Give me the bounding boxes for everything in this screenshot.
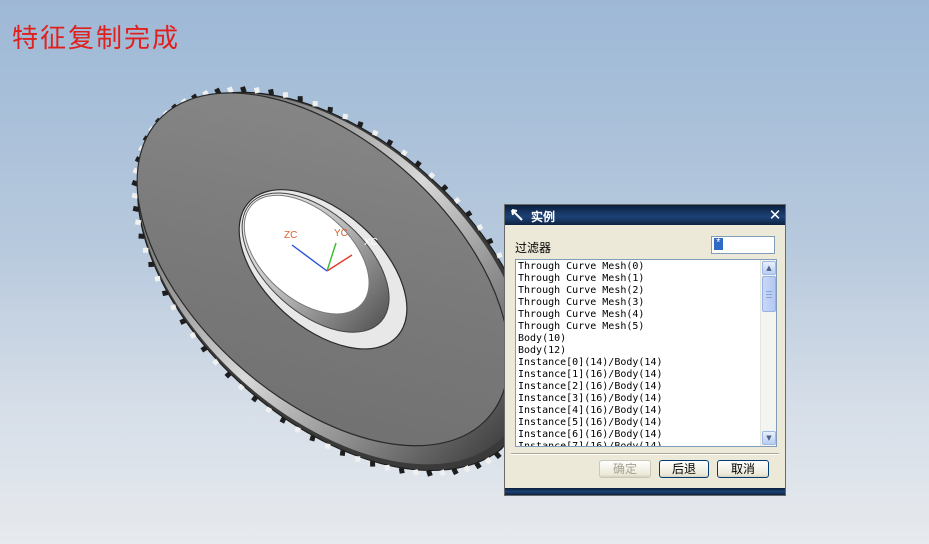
gear-tooth [486,237,494,245]
gear-tooth [493,451,502,460]
gear-tooth [131,192,139,200]
instance-list: Through Curve Mesh(0) Through Curve Mesh(… [518,261,758,446]
gear-tooth [134,219,142,226]
scroll-up-icon[interactable]: ▲ [762,261,776,275]
gear-tooth [496,252,503,259]
gear-tooth [465,210,473,218]
gear-tooth [253,86,261,94]
filter-input-value: * [714,238,723,250]
dialog-bottom-bar [505,488,785,495]
filter-input[interactable]: * [711,236,775,254]
gear-tooth [453,196,461,205]
gear-tooth [412,469,419,476]
gear-tooth [297,96,303,102]
list-item[interactable]: Instance[7](16)/Body(14) [518,441,758,446]
scroll-thumb[interactable] [762,276,776,312]
list-item[interactable]: Through Curve Mesh(4) [518,309,758,321]
scroll-down-icon[interactable]: ▼ [762,431,776,445]
gear-tooth [138,233,145,239]
list-item[interactable]: Through Curve Mesh(3) [518,297,758,309]
filter-label: 过滤器 [515,241,552,255]
list-item[interactable]: Body(12) [518,345,758,357]
gear-tooth [324,443,331,450]
dialog-title: 实例 [531,210,556,224]
close-icon[interactable]: ✕ [767,207,783,223]
instance-dialog: 实例 ✕ 过滤器 * Through Curve Mesh(0) Through … [504,204,786,496]
gear-tooth [148,261,155,268]
back-button[interactable]: 后退 [659,460,709,478]
cancel-button[interactable]: 取消 [717,460,769,478]
gear-tooth [451,467,459,476]
list-item[interactable]: Instance[0](14)/Body(14) [518,357,758,369]
gear-tooth [282,91,289,98]
gear-tooth [370,461,376,467]
gear-tooth [170,304,177,311]
list-item[interactable]: Instance[4](16)/Body(14) [518,405,758,417]
gear-tooth [224,371,232,379]
gear-tooth [386,139,394,146]
gear-tooth [400,149,408,157]
list-scrollbar[interactable]: ▲ ▼ [760,260,776,446]
gear-tooth [355,456,361,462]
gear-tooth [265,406,273,414]
list-item[interactable]: Instance[2](16)/Body(14) [518,381,758,393]
gear-tooth [161,290,169,297]
dialog-separator [511,453,779,455]
gear-tooth [357,121,364,128]
gear-tooth [339,450,346,456]
gear-tooth [463,465,471,473]
gear-tooth [279,416,287,424]
graphics-viewport[interactable]: 特征复制完成 XC YC ZC [0,0,929,544]
gear-tooth [240,86,247,94]
axis-x-label: XC [364,237,378,248]
axis-z-label: ZC [284,230,297,241]
gear-tooth [179,318,187,325]
gear-tooth [384,464,391,471]
list-item[interactable]: Through Curve Mesh(5) [518,321,758,333]
gear-tooth [226,86,234,94]
gear-tooth [476,223,484,231]
instance-listbox[interactable]: Through Curve Mesh(0) Through Curve Mesh(… [515,259,777,447]
gear-tooth [371,129,379,137]
list-item[interactable]: Body(10) [518,333,758,345]
gear-tooth [237,383,245,391]
gear-tooth [414,160,422,168]
list-item[interactable]: Instance[3](16)/Body(14) [518,393,758,405]
axis-y-label: YC [334,228,348,239]
gear-tooth [189,332,197,339]
gear-tooth [309,435,316,442]
list-item[interactable]: Instance[5](16)/Body(14) [518,417,758,429]
gear-tooth [441,184,449,192]
gear-tooth [132,205,140,212]
gear-tooth [212,358,220,366]
gear-tooth [294,426,301,433]
gear-tooth [428,171,436,180]
gear-tooth [312,100,318,107]
dialog-titlebar[interactable]: 实例 ✕ [505,205,785,225]
gear-tooth [342,113,349,120]
gear-tooth [142,247,149,253]
list-item[interactable]: Through Curve Mesh(0) [518,261,758,273]
ok-button[interactable]: 确定 [599,460,651,478]
gear-tooth [474,461,482,470]
gear-tooth [251,395,259,403]
gear-tooth [154,275,161,282]
gear-tooth [398,467,405,474]
gear-tooth [200,345,208,353]
list-item[interactable]: Through Curve Mesh(2) [518,285,758,297]
gear-model[interactable]: XC YC ZC [0,0,929,544]
list-item[interactable]: Instance[1](16)/Body(14) [518,369,758,381]
list-item[interactable]: Through Curve Mesh(1) [518,273,758,285]
gear-tooth [426,469,433,477]
gear-tooth [484,456,493,465]
list-item[interactable]: Instance[6](16)/Body(14) [518,429,758,441]
gear-tooth [268,88,275,96]
gear-tooth [439,469,446,477]
gear-tooth [327,106,333,113]
dialog-app-icon [509,207,525,223]
